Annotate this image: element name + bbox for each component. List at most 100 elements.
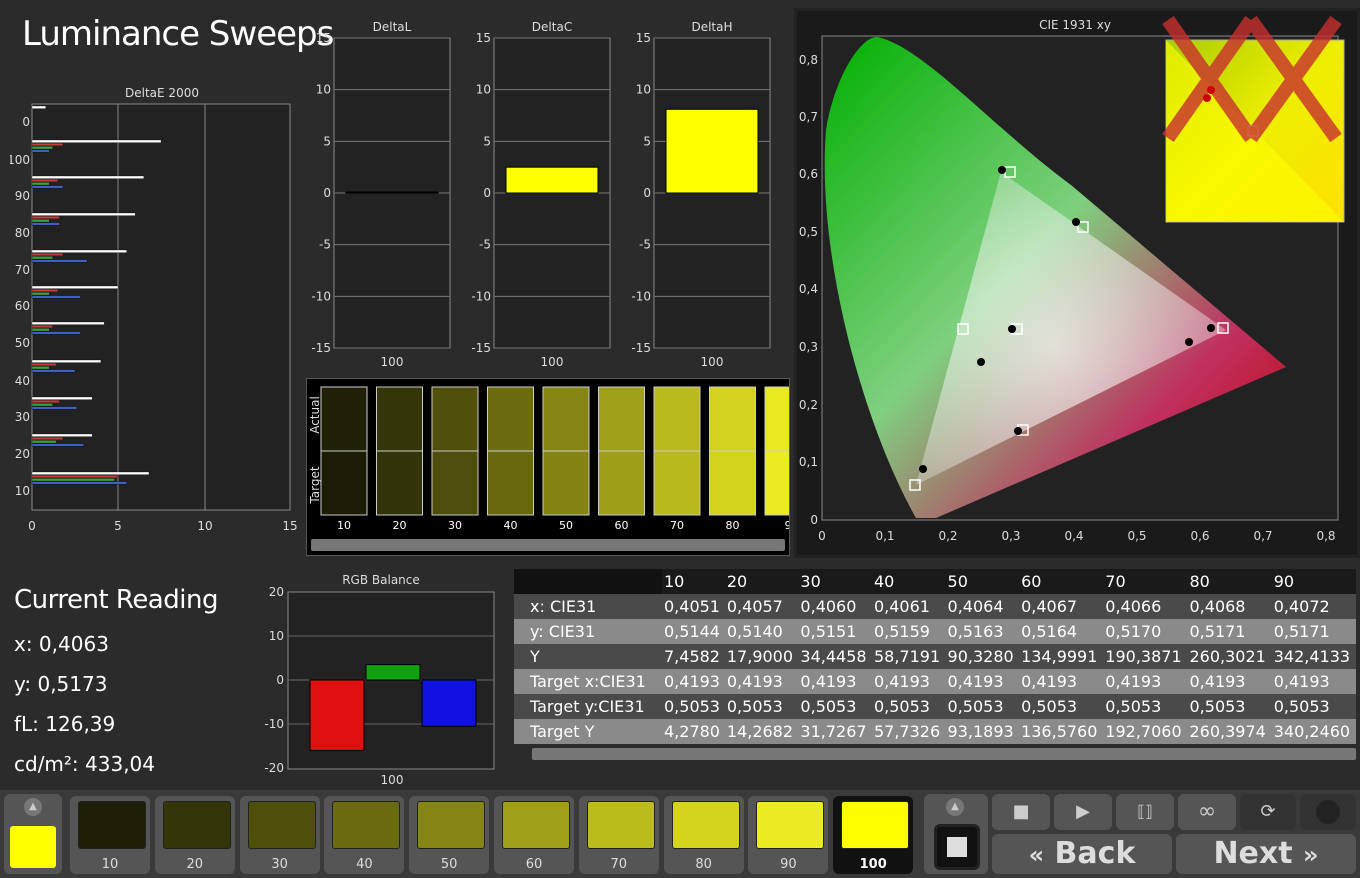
stop-icon: ■ [1012, 801, 1030, 822]
loop-button[interactable]: ∞ [1178, 794, 1236, 830]
deltae-bar [31, 212, 136, 216]
scroll-up-icon[interactable]: ▲ [24, 798, 42, 816]
table-cell: 4,2780 [662, 719, 725, 744]
delta-ytick: -5 [319, 238, 331, 252]
table-cell: 0,5053 [798, 694, 872, 719]
table-cell: 0,5164 [1019, 619, 1104, 644]
patch-label: 50 [440, 857, 458, 872]
table-cell: 0,4193 [1187, 669, 1272, 694]
cie-xtick: 0,6 [1190, 529, 1209, 543]
strip-scrollbar[interactable] [311, 539, 785, 551]
cie-xtick: 0,2 [938, 529, 957, 543]
deltae-xtick: 0 [28, 519, 36, 533]
deltae-bar [31, 285, 119, 289]
scroll-up-icon[interactable]: ▲ [946, 798, 964, 816]
table-cell: 90,3280 [945, 644, 1020, 669]
deltae-bar [31, 222, 60, 226]
swatch-strip-canvas: Actual Target 10 20 30 40 50 60 70 80 9 [308, 386, 790, 532]
deltae-ytick: 40 [15, 374, 30, 388]
delta-ytick: 5 [483, 134, 491, 148]
table-scrollbar[interactable] [532, 748, 1356, 760]
delta-title: DeltaH [691, 20, 732, 34]
table-row: y: CIE31 0,5144 0,5140 0,5151 0,5159 0,5163 0,… [514, 619, 1356, 644]
patch-button[interactable]: 30 [239, 796, 320, 874]
target-swatch [320, 450, 368, 516]
target-swatch [542, 450, 590, 516]
measured-point [998, 166, 1006, 174]
deltae-bar [31, 325, 53, 328]
delta-ytick: 15 [316, 31, 331, 45]
patch-button[interactable]: 20 [154, 796, 235, 874]
strip-label: 10 [337, 519, 351, 532]
deltae-xtick: 5 [114, 519, 122, 533]
deltae-bar [31, 331, 81, 335]
measured-point [1014, 427, 1022, 435]
patch-label: 60 [525, 857, 543, 872]
patch-button[interactable]: 70 [578, 796, 659, 874]
delta-ytick: -10 [311, 289, 331, 303]
deltae-ytick: 60 [15, 299, 30, 313]
stop-button[interactable] [934, 824, 980, 870]
table-cell: 57,7326 [871, 719, 946, 744]
back-button[interactable]: « Back [992, 834, 1172, 874]
refresh-button[interactable]: ⟳ [1240, 794, 1296, 830]
patch-button[interactable]: 80 [663, 796, 744, 874]
next-label: Next [1213, 836, 1293, 871]
table-cell: 58,7191 [871, 644, 946, 669]
deltae-bar [31, 146, 53, 150]
next-button[interactable]: Next » [1176, 834, 1356, 874]
measured-point [977, 358, 985, 366]
deltae-bar [31, 149, 50, 153]
inset-point [1203, 94, 1211, 102]
table-cell: 0,5171 [1187, 619, 1272, 644]
patch-button[interactable]: 100 [833, 796, 914, 874]
delta-ytick: -5 [479, 238, 491, 252]
patch-button[interactable]: 60 [494, 796, 574, 874]
column-header: 10 [662, 569, 725, 594]
table-cell: 0,5171 [1271, 619, 1356, 644]
strip-label: 9 [785, 519, 790, 532]
deltae-bar [31, 105, 46, 109]
delta-ytick: -10 [631, 289, 651, 303]
deltae-bar [31, 443, 84, 447]
target-swatch [709, 450, 756, 516]
strip-label: 40 [504, 519, 518, 532]
patch-button[interactable]: 50 [409, 796, 490, 874]
table-cell: 192,7060 [1103, 719, 1188, 744]
table-cell: 0,5151 [798, 619, 872, 644]
row-label: Target Y [514, 719, 662, 744]
column-header: 70 [1103, 569, 1188, 594]
patch-button[interactable]: 40 [324, 796, 405, 874]
patch-button[interactable]: 90 [748, 796, 829, 874]
table-cell: 0,5053 [1019, 694, 1104, 719]
record-button[interactable] [1300, 794, 1356, 830]
patch-button[interactable]: 10 [70, 796, 150, 874]
repeat-button[interactable]: ⟦⟧ [1116, 794, 1174, 830]
rgb-bar-g [365, 664, 421, 681]
table-cell: 0,5053 [662, 694, 725, 719]
measured-point [1072, 218, 1080, 226]
patch-label: 10 [101, 857, 119, 872]
rgb-bar-r [309, 679, 365, 751]
delta-charts: DeltaL151050-5-10-15100DeltaC151050-5-10… [311, 20, 771, 369]
target-swatch [598, 450, 645, 516]
rgb-ytick: 0 [276, 673, 284, 687]
delta-bar [665, 108, 759, 194]
target-swatch [431, 450, 479, 516]
patch-swatch [162, 801, 231, 849]
delta-ytick: 0 [483, 186, 491, 200]
table-row: Target x:CIE31 0,4193 0,4193 0,4193 0,4193 0,… [514, 669, 1356, 694]
deltae-bar [31, 471, 150, 475]
deltae-bar [31, 403, 53, 407]
play-button[interactable]: ▶ [1054, 794, 1112, 830]
table-row: Target y:CIE31 0,5053 0,5053 0,5053 0,5053 0,… [514, 694, 1356, 719]
patch-swatch [417, 801, 486, 849]
stop-measure-button[interactable]: ■ [992, 794, 1050, 830]
table-cell: 34,4458 [798, 644, 872, 669]
table-cell: 190,3871 [1103, 644, 1188, 669]
deltae-bar [31, 369, 76, 373]
table-cell: 136,5760 [1019, 719, 1104, 744]
table-cell: 134,9991 [1019, 644, 1104, 669]
deltae-bar [31, 256, 53, 260]
patch-swatch [332, 801, 401, 849]
